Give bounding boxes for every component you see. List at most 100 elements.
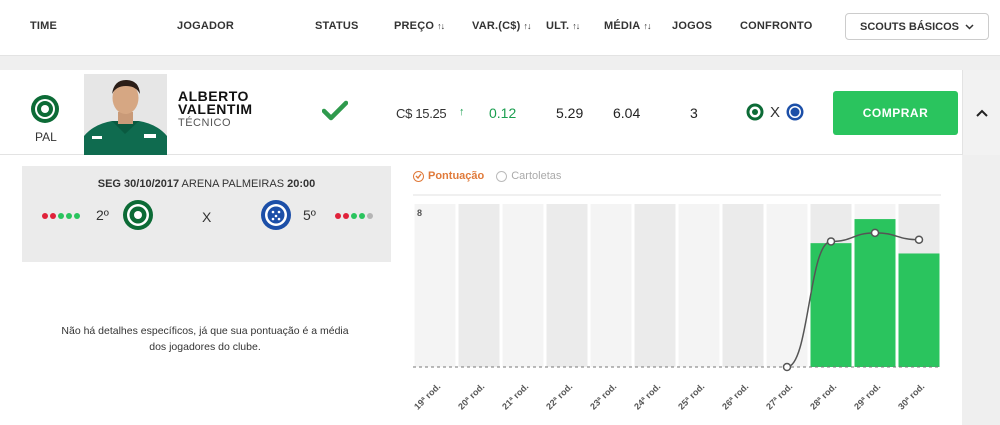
palmeiras-shield-icon: [746, 103, 764, 121]
radio-unchecked-icon: [496, 170, 508, 182]
col-media[interactable]: MÉDIA ↑↓: [604, 20, 651, 32]
form-dot-win: [58, 213, 64, 219]
chart-column-bg: [502, 204, 544, 367]
last-score: 5.29: [556, 105, 584, 121]
match-info: SEG 30/10/2017 ARENA PALMEIRAS 20:00 2º …: [22, 166, 391, 262]
x-tick-label: 29ª rod.: [852, 381, 882, 411]
scouts-dropdown-label: SCOUTS BÁSICOS: [859, 20, 959, 33]
col-preco-label: PREÇO: [394, 20, 435, 32]
player-avatar: [84, 74, 167, 155]
legend-pontuacao-label: Pontuação: [428, 170, 485, 182]
col-media-label: MÉDIA: [604, 20, 641, 32]
col-ult-label: ULT.: [546, 20, 570, 32]
x-tick-label: 25ª rod.: [676, 381, 706, 411]
chevron-down-icon: [965, 23, 974, 30]
legend-cartoletas-label: Cartoletas: [511, 170, 562, 182]
chart-column-bg: [722, 204, 764, 367]
chart-column-bg: [414, 204, 456, 367]
sort-icon: ↑↓: [523, 21, 531, 31]
player-position: TÉCNICO: [178, 117, 231, 129]
chart-bar[interactable]: [898, 253, 940, 367]
check-icon: [322, 100, 348, 121]
match-date: SEG 30/10/2017: [97, 178, 180, 190]
club-abbr: PAL: [35, 130, 57, 144]
x-tick-label: 23ª rod.: [588, 381, 618, 411]
chart-x-labels: 19ª rod. 20ª rod. 21ª rod. 22ª rod. 23ª rod.…: [412, 381, 926, 411]
details-note: Não há detalhes específicos, já que sua …: [61, 325, 349, 353]
x-tick-label: 24ª rod.: [632, 381, 662, 411]
col-status-label: STATUS: [315, 20, 359, 32]
player-name[interactable]: ALBERTO VALENTIM: [178, 89, 298, 116]
chart-bar[interactable]: [810, 243, 852, 367]
col-preco[interactable]: PREÇO ↑↓: [394, 20, 445, 32]
chart-column-bg: [546, 204, 588, 367]
col-confronto-label: CONFRONTO: [740, 20, 813, 32]
x-tick-label: 19ª rod.: [412, 381, 442, 411]
form-dot-win: [74, 213, 80, 219]
form-dot-win: [359, 213, 365, 219]
col-var[interactable]: VAR.(C$) ↑↓: [472, 20, 531, 32]
arrow-up-icon: ↑: [459, 106, 465, 118]
buy-button[interactable]: COMPRAR: [833, 91, 958, 135]
match-venue: ARENA PALMEIRAS: [181, 178, 285, 190]
x-tick-label: 22ª rod.: [544, 381, 574, 411]
chevron-up-icon: [975, 109, 988, 117]
col-ult[interactable]: ULT. ↑↓: [546, 20, 580, 32]
col-jogador[interactable]: JOGADOR: [177, 20, 234, 32]
table-header: TIME JOGADOR STATUS PREÇO ↑↓ VAR.(C$) ↑↓ U…: [0, 0, 1000, 56]
sort-icon: ↑↓: [643, 21, 651, 31]
versus-label: X: [770, 103, 781, 121]
x-tick-label: 28ª rod.: [808, 381, 838, 411]
home-form: [42, 213, 80, 219]
chart-point[interactable]: [870, 228, 880, 238]
price-variation: 0.12: [489, 105, 517, 121]
form-dot-loss: [335, 213, 341, 219]
col-jogador-label: JOGADOR: [177, 20, 235, 32]
form-dot-loss: [50, 213, 56, 219]
home-rank: 2º: [96, 207, 109, 223]
score-chart: 8 19ª rod. 20ª rod. 21ª rod. 22ª rod. 23ª ro…: [412, 194, 941, 412]
chart-point[interactable]: [914, 235, 924, 244]
player-details: SEG 30/10/2017 ARENA PALMEIRAS 20:00 2º …: [0, 155, 962, 425]
confronto: X: [746, 103, 804, 121]
form-dot-win: [66, 213, 72, 219]
scouts-dropdown-button[interactable]: SCOUTS BÁSICOS: [845, 13, 989, 40]
chart-bar[interactable]: [854, 219, 896, 367]
player-price: C$ 15.25: [396, 106, 447, 121]
chart-column-bg: [458, 204, 500, 367]
away-form: [335, 213, 373, 219]
away-rank: 5º: [303, 207, 316, 223]
y-tick-label: 8: [417, 208, 422, 218]
chart-point[interactable]: [782, 362, 792, 372]
match-time: 20:00: [287, 178, 316, 190]
col-time[interactable]: TIME: [30, 20, 57, 32]
right-strip: [962, 155, 1000, 425]
x-tick-label: 27ª rod.: [764, 381, 794, 411]
cruzeiro-shield-icon: [261, 200, 291, 230]
sort-icon: ↑↓: [572, 21, 580, 31]
palmeiras-shield-icon: [123, 200, 153, 230]
chart-point[interactable]: [826, 237, 836, 246]
col-jogos[interactable]: JOGOS: [672, 20, 712, 32]
cruzeiro-shield-icon: [786, 103, 804, 121]
col-confronto[interactable]: CONFRONTO: [740, 20, 812, 32]
col-jogos-label: JOGOS: [672, 20, 713, 32]
collapse-button[interactable]: [962, 70, 1000, 155]
chart-column-bg: [634, 204, 676, 367]
player-row[interactable]: PAL ALBERTO VALENTIM TÉCNICO C$ 15.25 ↑ …: [0, 70, 1000, 155]
legend-pontuacao[interactable]: Pontuação: [413, 170, 484, 182]
legend-cartoletas[interactable]: Cartoletas: [496, 170, 561, 182]
match-vs: X: [202, 209, 212, 225]
sort-icon: ↑↓: [437, 21, 445, 31]
chart-column-bg: [678, 204, 720, 367]
chart-column-bg: [590, 204, 632, 367]
col-status[interactable]: STATUS: [315, 20, 359, 32]
form-dot-loss: [42, 213, 48, 219]
radio-checked-icon: [413, 170, 424, 182]
form-dot-loss: [343, 213, 349, 219]
chart-legend: Pontuação Cartoletas: [413, 170, 561, 182]
match-title: SEG 30/10/2017 ARENA PALMEIRAS 20:00: [22, 178, 391, 190]
x-tick-label: 30ª rod.: [896, 381, 926, 411]
form-dot-draw: [367, 213, 373, 219]
average-score: 6.04: [613, 105, 641, 121]
